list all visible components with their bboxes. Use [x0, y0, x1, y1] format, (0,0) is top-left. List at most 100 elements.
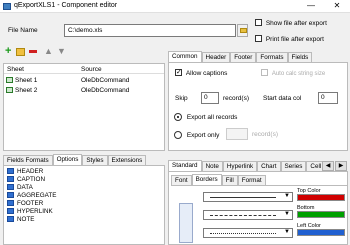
sheet-list-header: Sheet Source	[4, 64, 164, 74]
export-all-row[interactable]: Export all records	[174, 113, 237, 122]
tab-styles[interactable]: Styles	[82, 155, 108, 165]
allow-captions-row[interactable]: Allow captions	[175, 69, 227, 78]
sheet-icon	[6, 87, 13, 93]
format-label: CAPTION	[17, 176, 45, 183]
remove-icon[interactable]	[29, 50, 37, 53]
start-data-col-label: Start data col	[263, 95, 302, 102]
sheet-list[interactable]: Sheet Source Sheet 1 OleDbCommand Sheet …	[3, 63, 165, 151]
list-item[interactable]: NOTE	[7, 216, 56, 224]
title-bar: qExportXLS1 - Component editor — ✕	[0, 0, 350, 13]
start-data-col-input[interactable]: 0	[318, 92, 338, 104]
list-item[interactable]: AGGREGATE	[7, 192, 56, 200]
sheet-row[interactable]: Sheet 1 OleDbCommand	[5, 76, 163, 85]
export-only-radio[interactable]	[174, 131, 182, 139]
tab-fields-formats[interactable]: Fields Formats	[3, 155, 53, 165]
export-only-label: Export only	[186, 132, 220, 139]
tab-header[interactable]: Header	[201, 52, 231, 62]
format-icon	[7, 184, 14, 190]
sheet-icon	[6, 77, 13, 83]
format-label: DATA	[17, 184, 33, 191]
tab-options[interactable]: Options	[52, 154, 83, 165]
sheet-toolbar: + ▲ ▼	[5, 46, 85, 57]
show-after-export-row[interactable]: Show file after export	[255, 19, 327, 28]
tab-fill[interactable]: Fill	[221, 175, 238, 185]
bottom-color-swatch[interactable]	[297, 211, 345, 218]
window-title: qExportXLS1 - Component editor	[14, 2, 118, 9]
skip-label: Skip	[175, 95, 188, 102]
tab-extensions[interactable]: Extensions	[107, 155, 147, 165]
tab-fields[interactable]: Fields	[287, 52, 313, 62]
sheet-source: OleDbCommand	[81, 77, 130, 84]
bottom-border-style-select[interactable]: ▼	[203, 210, 293, 220]
print-after-export-checkbox[interactable]	[255, 35, 262, 42]
app-icon	[3, 3, 11, 10]
show-after-export-checkbox[interactable]	[255, 19, 262, 26]
add-folder-icon[interactable]	[16, 48, 25, 56]
list-item[interactable]: DATA	[7, 184, 56, 192]
tab-common[interactable]: Common	[168, 51, 202, 62]
tab-chart[interactable]: Chart	[257, 161, 281, 171]
add-icon[interactable]: +	[5, 46, 11, 57]
list-item[interactable]: HYPERLINK	[7, 208, 56, 216]
format-label: FOOTER	[17, 200, 44, 207]
formats-list[interactable]: HEADER CAPTION DATA AGGREGATE FOOTER HYP…	[3, 165, 165, 245]
allow-captions-label: Allow captions	[185, 70, 228, 77]
line-style-icon	[210, 197, 276, 198]
tab-font[interactable]: Font	[171, 175, 192, 185]
skip-input[interactable]: 0	[201, 92, 219, 104]
tab-footer[interactable]: Footer	[230, 52, 257, 62]
left-border-style-select[interactable]: ▼	[203, 228, 293, 238]
sheet-name: Sheet 1	[15, 77, 38, 84]
file-name-input[interactable]: C:\demo.xls	[64, 24, 236, 37]
tab-format[interactable]: Format	[237, 175, 266, 185]
sheet-source: OleDbCommand	[81, 87, 130, 94]
left-color-swatch[interactable]	[297, 229, 345, 236]
skip-unit: record(s)	[223, 95, 250, 102]
print-after-export-row[interactable]: Print file after export	[255, 35, 324, 44]
minimize-button[interactable]: —	[302, 0, 320, 13]
close-button[interactable]: ✕	[328, 0, 346, 13]
export-all-radio[interactable]	[174, 113, 182, 121]
auto-calc-row: Auto calc string size	[261, 69, 325, 78]
format-icon	[7, 192, 14, 198]
format-icon	[7, 176, 14, 182]
top-border-style-select[interactable]: ▼	[203, 192, 293, 202]
browse-folder-button[interactable]	[237, 24, 248, 37]
column-sheet[interactable]: Sheet	[7, 66, 24, 73]
tab-series[interactable]: Series	[280, 161, 307, 171]
auto-calc-label: Auto calc string size	[271, 71, 326, 77]
format-label: HYPERLINK	[17, 208, 53, 215]
move-up-icon[interactable]: ▲	[44, 46, 53, 56]
border-preview-icon	[179, 203, 193, 243]
tab-note[interactable]: Note	[201, 161, 223, 171]
format-label: HEADER	[17, 168, 44, 175]
format-icon	[7, 208, 14, 214]
tab-borders[interactable]: Borders	[191, 174, 222, 185]
show-after-export-label: Show file after export	[265, 20, 327, 27]
file-name-label: File Name	[8, 27, 38, 34]
format-icon	[7, 216, 14, 222]
tab-scroller: ◀ ▶	[322, 161, 348, 171]
format-label: AGGREGATE	[17, 192, 57, 199]
borders-page: ▼ Top Color ▼ Bottom ▼ Left Color	[171, 185, 347, 245]
tab-standard[interactable]: Standard	[168, 160, 202, 171]
export-only-row[interactable]: Export only	[174, 131, 219, 140]
standard-panel: Font Borders Fill Format ▼ Top Color ▼ B…	[168, 171, 348, 245]
sheet-name: Sheet 2	[15, 87, 38, 94]
allow-captions-checkbox[interactable]	[175, 69, 182, 76]
top-color-swatch[interactable]	[297, 194, 345, 201]
list-item[interactable]: CAPTION	[7, 176, 56, 184]
tab-formats[interactable]: Formats	[256, 52, 288, 62]
format-icon	[7, 200, 14, 206]
sheet-row[interactable]: Sheet 2 OleDbCommand	[5, 86, 163, 95]
move-down-icon[interactable]: ▼	[57, 46, 66, 56]
tab-hyperlink[interactable]: Hyperlink	[222, 161, 258, 171]
tab-scroll-right[interactable]: ▶	[335, 161, 347, 171]
tab-scroll-left[interactable]: ◀	[322, 161, 334, 171]
chevron-down-icon: ▼	[284, 193, 290, 199]
column-source[interactable]: Source	[81, 66, 102, 73]
list-item[interactable]: FOOTER	[7, 200, 56, 208]
format-icon	[7, 168, 14, 174]
print-after-export-label: Print file after export	[265, 36, 324, 43]
list-item[interactable]: HEADER	[7, 168, 56, 176]
